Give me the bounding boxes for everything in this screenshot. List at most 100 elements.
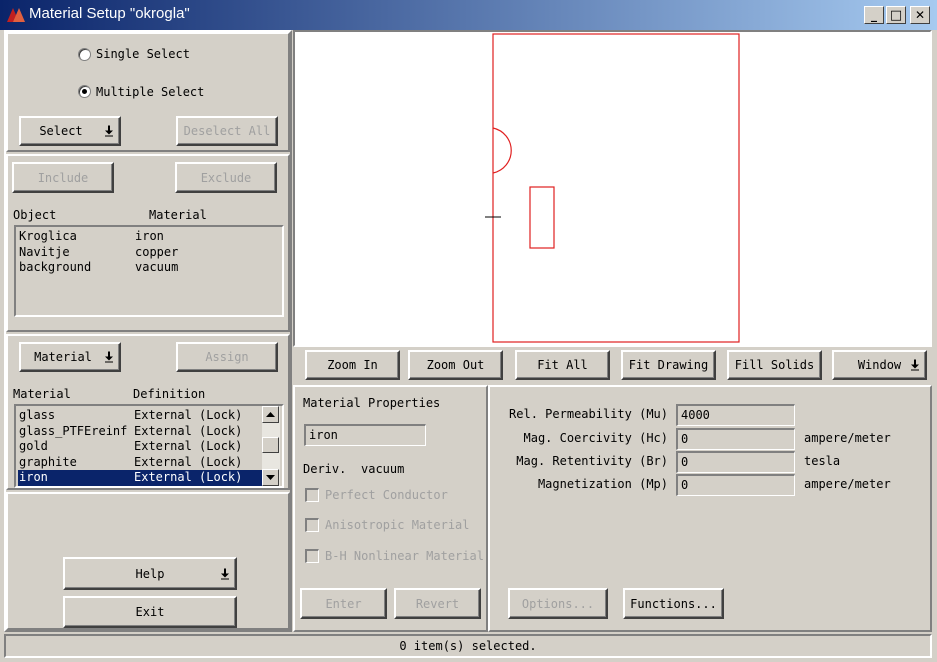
exclude-button[interactable]: Exclude bbox=[175, 162, 277, 193]
deselect-all-button[interactable]: Deselect All bbox=[176, 116, 278, 146]
material-name: glass bbox=[19, 408, 56, 422]
material-definition: External (Lock) bbox=[134, 439, 243, 453]
parameters-panel: Rel. Permeability (Mu) 4000 Mag. Coercivit… bbox=[488, 385, 932, 632]
object-material: copper bbox=[135, 244, 179, 259]
view-toolbar: Zoom In Zoom Out Fit All Fit Drawing Fil… bbox=[293, 347, 932, 385]
maximize-button[interactable]: □ bbox=[886, 6, 906, 24]
maximize-icon: □ bbox=[889, 7, 903, 23]
object-list-item[interactable]: Kroglica iron bbox=[18, 229, 280, 245]
parameter-value-field[interactable]: 0 bbox=[676, 474, 795, 496]
help-exit-panel: Help Exit bbox=[6, 492, 290, 630]
material-name-field[interactable]: iron bbox=[304, 424, 426, 446]
up-arrow-icon bbox=[266, 412, 275, 417]
material-name: glass_PTFEreinf bbox=[19, 423, 128, 438]
material-definition: External (Lock) bbox=[134, 454, 243, 469]
anisotropic-label: Anisotropic Material bbox=[325, 518, 470, 532]
assign-button[interactable]: Assign bbox=[176, 342, 278, 372]
parameter-value-field[interactable]: 0 bbox=[676, 428, 795, 450]
window-title: Material Setup "okrogla" bbox=[29, 5, 190, 22]
menu-arrow-icon bbox=[105, 125, 113, 137]
parameter-label: Rel. Permeability (Mu) bbox=[509, 407, 668, 421]
material-list-item[interactable]: graphite External (Lock) bbox=[18, 455, 262, 471]
parameter-label: Mag. Retentivity (Br) bbox=[516, 454, 668, 468]
minimize-button[interactable]: _ bbox=[864, 6, 884, 24]
status-bar: 0 item(s) selected. bbox=[4, 634, 932, 658]
material-list-item[interactable]: gold External (Lock) bbox=[18, 439, 262, 455]
close-button[interactable]: ✕ bbox=[910, 6, 930, 24]
single-select-label: Single Select bbox=[96, 47, 190, 61]
menu-arrow-icon bbox=[221, 568, 229, 579]
anisotropic-checkbox[interactable] bbox=[305, 518, 319, 532]
parameter-value-field[interactable]: 4000 bbox=[676, 404, 795, 426]
perfect-conductor-label: Perfect Conductor bbox=[325, 488, 448, 502]
parameter-unit: ampere/meter bbox=[804, 431, 891, 445]
parameter-label: Mag. Coercivity (Hc) bbox=[523, 431, 669, 445]
minimize-icon: _ bbox=[871, 8, 877, 22]
kroglica-shape[interactable] bbox=[492, 127, 512, 174]
single-select-radio[interactable] bbox=[78, 48, 91, 61]
parameter-label: Magnetization (Mp) bbox=[537, 477, 668, 491]
app-logo-icon bbox=[7, 8, 25, 22]
help-menu-button[interactable]: Help bbox=[63, 557, 237, 590]
help-button-label: Help bbox=[135, 566, 165, 581]
objects-panel: Include Exclude Object Material Kroglica… bbox=[6, 154, 290, 332]
scroll-up-button[interactable] bbox=[262, 406, 279, 423]
perfect-conductor-checkbox[interactable] bbox=[305, 488, 319, 502]
scroll-down-button[interactable] bbox=[262, 469, 279, 486]
enter-button[interactable]: Enter bbox=[300, 588, 387, 619]
material-list-item[interactable]: iron External (Lock) bbox=[18, 470, 262, 486]
window-menu-button[interactable]: Window bbox=[832, 350, 927, 380]
material-list[interactable]: glass External (Lock) glass_PTFEreinf Exter… bbox=[14, 404, 284, 488]
material-definition: External (Lock) bbox=[134, 423, 243, 438]
close-icon: ✕ bbox=[914, 8, 926, 22]
definition-column-header: Definition bbox=[133, 387, 206, 401]
material-list-scrollbar[interactable] bbox=[262, 406, 280, 486]
fit-drawing-button[interactable]: Fit Drawing bbox=[621, 350, 716, 380]
material-name: graphite bbox=[19, 454, 77, 469]
material-name: iron bbox=[19, 470, 48, 484]
navitje-shape[interactable] bbox=[529, 186, 555, 249]
object-list-item[interactable]: background vacuum bbox=[18, 260, 280, 276]
deriv-value: vacuum bbox=[361, 462, 405, 476]
material-button-label: Material bbox=[34, 350, 92, 364]
exit-button[interactable]: Exit bbox=[63, 596, 237, 628]
materials-panel: Material Assign Material Definition glas… bbox=[6, 334, 290, 490]
material-menu-button[interactable]: Material bbox=[19, 342, 121, 372]
scroll-thumb[interactable] bbox=[262, 437, 279, 453]
options-button[interactable]: Options... bbox=[508, 588, 608, 619]
material-column-header: Material bbox=[149, 208, 207, 222]
selection-panel: Single Select Multiple Select Select Des… bbox=[6, 32, 290, 152]
zoom-out-button[interactable]: Zoom Out bbox=[408, 350, 503, 380]
parameter-value-field[interactable]: 0 bbox=[676, 451, 795, 473]
material-definition: External (Lock) bbox=[134, 470, 243, 484]
drawing-canvas[interactable] bbox=[293, 30, 932, 347]
geometry-drawing bbox=[485, 33, 740, 343]
status-text: 0 item(s) selected. bbox=[399, 639, 537, 653]
object-column-header: Object bbox=[13, 208, 57, 222]
zoom-in-button[interactable]: Zoom In bbox=[305, 350, 400, 380]
parameter-unit: ampere/meter bbox=[804, 477, 891, 491]
select-menu-button[interactable]: Select bbox=[19, 116, 121, 146]
include-button[interactable]: Include bbox=[12, 162, 114, 193]
deriv-label: Deriv. bbox=[303, 462, 347, 476]
material-list-column-header: Material bbox=[13, 387, 71, 401]
menu-arrow-icon bbox=[911, 359, 919, 371]
functions-button[interactable]: Functions... bbox=[623, 588, 724, 619]
object-name: background bbox=[19, 260, 92, 274]
material-definition: External (Lock) bbox=[134, 408, 243, 422]
fill-solids-button[interactable]: Fill Solids bbox=[727, 350, 822, 380]
material-list-item[interactable]: glass External (Lock) bbox=[18, 408, 262, 424]
bh-nonlinear-checkbox[interactable] bbox=[305, 549, 319, 563]
multiple-select-radio[interactable] bbox=[78, 85, 91, 98]
menu-arrow-icon bbox=[105, 351, 113, 363]
object-list-item[interactable]: Navitje copper bbox=[18, 245, 280, 261]
fit-all-button[interactable]: Fit All bbox=[515, 350, 610, 380]
object-list[interactable]: Kroglica iron Navitje copper background vacuu… bbox=[14, 225, 284, 317]
material-list-item[interactable]: glass_PTFEreinf External (Lock) bbox=[18, 424, 262, 440]
object-material: vacuum bbox=[135, 260, 179, 274]
window-button-label: Window bbox=[857, 358, 902, 372]
title-bar[interactable]: Material Setup "okrogla" _ □ ✕ bbox=[0, 0, 937, 30]
revert-button[interactable]: Revert bbox=[394, 588, 481, 619]
material-properties-panel: Material Properties iron Deriv. vacuum P… bbox=[293, 385, 488, 632]
object-name: Navitje bbox=[19, 244, 70, 259]
